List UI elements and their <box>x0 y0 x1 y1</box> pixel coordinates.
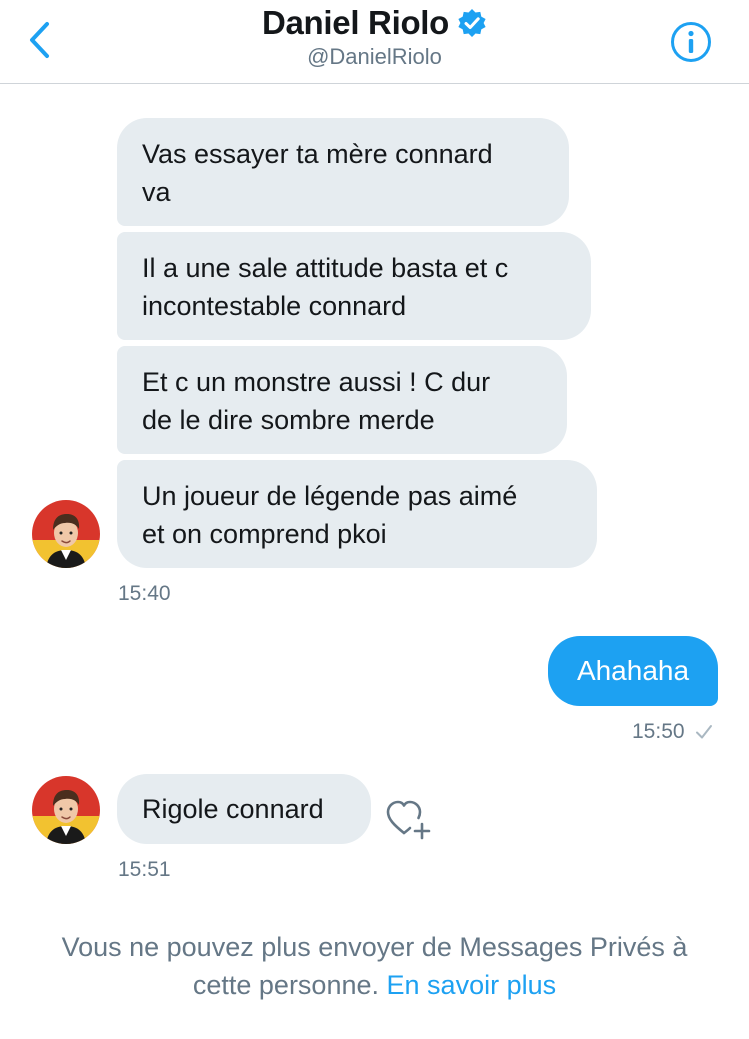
info-icon <box>671 22 711 62</box>
conversation-title[interactable]: Daniel Riolo @DanielRiolo <box>0 4 749 70</box>
message-text: Vas essayer ta mère connard <box>142 139 493 169</box>
message-text: et on comprend pkoi <box>142 519 387 549</box>
heart-plus-icon <box>386 800 431 840</box>
avatar-illustration <box>32 500 100 568</box>
avatar[interactable] <box>32 500 100 568</box>
message-text: Un joueur de légende pas aimé <box>142 481 518 511</box>
notice-text: cette personne. <box>192 970 380 1000</box>
message-bubble[interactable]: Un joueur de légende pas aimé et on comp… <box>117 460 597 568</box>
message-text: incontestable connard <box>142 291 407 321</box>
message-bubble[interactable]: Rigole connard <box>117 774 371 844</box>
contact-handle: @DanielRiolo <box>307 44 442 69</box>
blocked-notice: Vous ne pouvez plus envoyer de Messages … <box>0 928 749 1004</box>
message-bubble[interactable]: Et c un monstre aussi ! C dur de le dire… <box>117 346 567 454</box>
conversation-header: Daniel Riolo @DanielRiolo <box>0 0 749 84</box>
message-text: de le dire sombre merde <box>142 405 435 435</box>
info-button[interactable] <box>667 18 715 66</box>
notice-line: Vous ne pouvez plus envoyer de Messages … <box>61 932 688 962</box>
message-bubble[interactable]: Vas essayer ta mère connard va <box>117 118 569 226</box>
message-bubble[interactable]: Il a une sale attitude basta et c incont… <box>117 232 591 340</box>
message-text: Et c un monstre aussi ! C dur <box>142 367 491 397</box>
read-check-icon <box>696 725 712 739</box>
notice-line-2: cette personne. En savoir plus <box>0 966 749 1004</box>
message-text: Ahahaha <box>576 655 690 686</box>
contact-name: Daniel Riolo <box>261 4 450 41</box>
message-timestamp: 15:51 <box>118 858 171 881</box>
like-message-button[interactable] <box>384 797 436 843</box>
message-timestamp: 15:40 <box>118 582 171 605</box>
avatar[interactable] <box>32 776 100 844</box>
message-text: Rigole connard <box>142 794 324 824</box>
message-timestamp: 15:50 <box>632 720 685 743</box>
message-text: va <box>142 177 171 207</box>
learn-more-link[interactable]: En savoir plus <box>387 970 557 1000</box>
message-text: Il a une sale attitude basta et c <box>142 253 509 283</box>
verified-badge-icon <box>458 9 486 37</box>
sent-message-bubble[interactable]: Ahahaha <box>548 636 718 706</box>
avatar-illustration <box>32 776 100 844</box>
